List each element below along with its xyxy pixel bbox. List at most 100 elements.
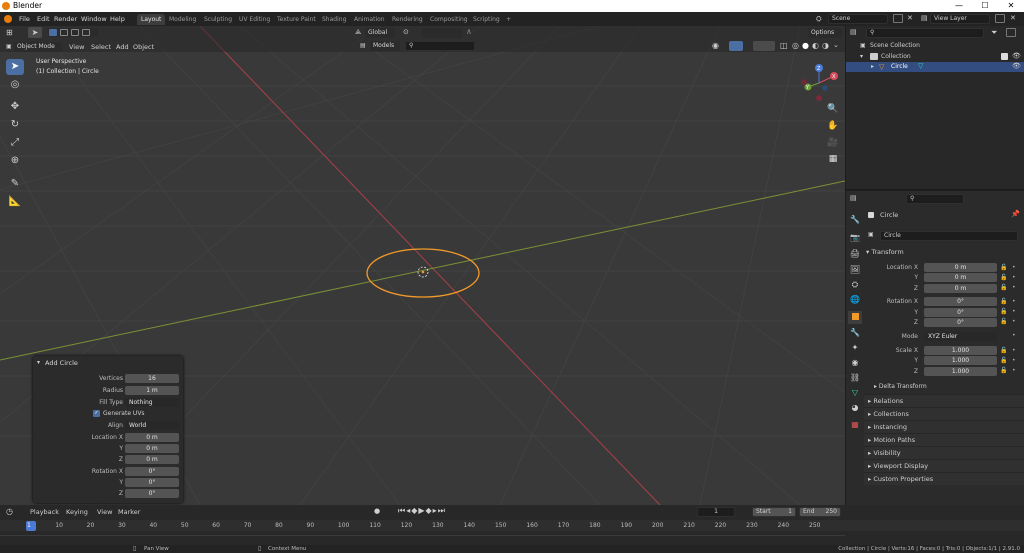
camera-icon[interactable]: 🎥 <box>827 137 839 149</box>
object-visibility-icon[interactable]: ◉ <box>712 41 719 50</box>
3d-viewport[interactable]: ⊞ ➤ ⟁ Global ⊙ ∧ ▤ Models ⚲ Options ◉ ◫ … <box>0 26 845 505</box>
radius-field[interactable]: 1 m <box>125 386 179 395</box>
view-layer-selector[interactable]: View Layer <box>930 14 990 24</box>
fill-type-dropdown[interactable]: Nothing <box>125 398 179 407</box>
collapse-icon[interactable]: ▾ <box>37 359 40 366</box>
orientation-dropdown[interactable]: Global <box>365 28 395 38</box>
select-subtract-icon[interactable] <box>71 29 79 36</box>
gizmo-toggle[interactable] <box>729 41 743 51</box>
grid-view-icon[interactable]: ▦ <box>827 153 839 165</box>
scale-z-field[interactable]: 1.000 <box>924 367 997 376</box>
location-z-field[interactable]: 0 m <box>125 455 179 464</box>
viewport-menu-object[interactable]: Object <box>133 42 154 52</box>
material-tab-icon[interactable]: ◕ <box>848 401 862 414</box>
rotation-x-field[interactable]: 0° <box>924 297 997 306</box>
lock-icon[interactable]: 🔓 🔓 🔓 <box>1000 297 1007 327</box>
location-x-field[interactable]: 0 m <box>125 433 179 442</box>
location-x-field[interactable]: 0 m <box>924 263 997 272</box>
rotation-x-field[interactable]: 0° <box>125 467 179 476</box>
transform-header[interactable]: ▾ Transform <box>866 248 904 256</box>
data-tab-icon[interactable]: ▽ <box>848 386 862 399</box>
select-box-tool[interactable]: ➤ <box>6 59 24 75</box>
zoom-icon[interactable]: 🔍 <box>827 103 839 115</box>
object-visibility-eye-icon[interactable]: 👁 <box>1012 62 1021 70</box>
object-tab-icon[interactable] <box>848 311 862 324</box>
motion-paths-section[interactable]: ▸ Motion Paths <box>864 433 1024 446</box>
rendered-shading-icon[interactable]: ◑ <box>822 41 829 50</box>
modifiers-tab-icon[interactable]: 🔧 <box>848 326 862 339</box>
minimize-button[interactable]: — <box>946 0 972 12</box>
timeline-menu-playback[interactable]: Playback <box>30 508 59 516</box>
close-button[interactable]: ✕ <box>998 0 1024 12</box>
keyframe-dot-icon[interactable]: • • • <box>1012 263 1016 293</box>
pivot-icon[interactable]: ⊙ <box>403 28 409 36</box>
generate-uvs-checkbox[interactable]: ✓ <box>93 410 100 417</box>
scene-collection-item[interactable]: Scene Collection <box>870 42 920 49</box>
rotation-y-field[interactable]: 0° <box>125 478 179 487</box>
timeline-editor[interactable]: ◷ Playback Keying View Marker ● ⏮◂◆▶◆▸⏭ … <box>0 505 1024 545</box>
rotation-y-field[interactable]: 0° <box>924 308 997 317</box>
delta-transform-section[interactable]: ▸ Delta Transform <box>874 383 927 390</box>
scene-tab-icon[interactable]: ⛭ <box>848 278 862 291</box>
new-scene-icon[interactable] <box>893 14 903 23</box>
collections-section[interactable]: ▸ Collections <box>864 407 1024 420</box>
select-mode-buttons[interactable] <box>48 28 98 37</box>
viewport-menu-add[interactable]: Add <box>116 42 129 52</box>
start-frame-field[interactable]: Start 1 <box>752 507 796 517</box>
outliner-object-label[interactable]: Circle <box>891 63 908 70</box>
particles-tab-icon[interactable]: ✦ <box>848 341 862 354</box>
options-dropdown[interactable]: Options <box>808 28 842 38</box>
blender-menu-icon[interactable] <box>4 15 12 23</box>
menu-window[interactable]: Window <box>81 12 107 26</box>
new-view-layer-icon[interactable] <box>995 14 1005 23</box>
properties-search-input[interactable]: ⚲ <box>906 194 964 204</box>
timeline-menu-view[interactable]: View <box>97 508 112 516</box>
viewport-menu-select[interactable]: Select <box>91 42 111 52</box>
properties-editor-icon[interactable]: ▤ <box>850 194 857 202</box>
rotation-z-field[interactable]: 0° <box>924 318 997 327</box>
physics-tab-icon[interactable]: ◉ <box>848 356 862 369</box>
view-layer-tab-icon[interactable]: 🖼 <box>848 263 862 276</box>
viewport-menu-view[interactable]: View <box>69 42 84 52</box>
proportional-edit-icon[interactable]: ∧ <box>466 27 472 36</box>
rotation-z-field[interactable]: 0° <box>125 489 179 498</box>
delete-scene-icon[interactable]: ✕ <box>907 14 913 22</box>
material-shading-icon[interactable]: ◐ <box>812 41 819 50</box>
timeline-menu-marker[interactable]: Marker <box>118 508 140 516</box>
keyframe-dot-icon[interactable]: • • • <box>1012 297 1016 327</box>
select-tool-icon[interactable]: ➤ <box>28 27 42 38</box>
menu-render[interactable]: Render <box>54 12 77 26</box>
tab-rendering[interactable]: Rendering <box>388 14 427 25</box>
rotate-tool-icon[interactable]: ↻ <box>6 117 24 133</box>
record-icon[interactable]: ● <box>374 507 380 515</box>
navigation-gizmo[interactable]: X Y Z <box>798 62 840 104</box>
tab-animation[interactable]: Animation <box>350 14 389 25</box>
shading-options-icon[interactable]: ⌄ <box>833 41 839 49</box>
maximize-button[interactable]: ☐ <box>972 0 998 12</box>
expand-object-icon[interactable]: ▸ <box>871 63 874 70</box>
object-mode-dropdown[interactable]: Object Mode <box>14 42 62 52</box>
snap-toggle[interactable] <box>422 28 462 38</box>
tab-texture-paint[interactable]: Texture Paint <box>273 14 320 25</box>
new-collection-icon[interactable] <box>1006 28 1016 37</box>
world-tab-icon[interactable]: 🌐 <box>848 293 862 306</box>
lock-icon[interactable]: 🔓 🔓 🔓 <box>1000 263 1007 293</box>
search-input[interactable]: ⚲ <box>405 41 475 51</box>
output-tab-icon[interactable]: 🖨 <box>848 247 862 260</box>
move-tool-icon[interactable]: ✥ <box>6 99 24 115</box>
tab-uv-editing[interactable]: UV Editing <box>235 14 274 25</box>
location-y-field[interactable]: 0 m <box>125 444 179 453</box>
measure-tool-icon[interactable]: 📐 <box>6 194 24 210</box>
tab-sculpting[interactable]: Sculpting <box>200 14 236 25</box>
render-tab-icon[interactable]: 📷 <box>848 231 862 244</box>
vertices-field[interactable]: 16 <box>125 374 179 383</box>
keyframe-dot-icon[interactable]: • <box>1012 332 1016 339</box>
constraints-tab-icon[interactable]: ⛓ <box>848 371 862 384</box>
align-dropdown[interactable]: World <box>125 421 179 430</box>
select-invert-icon[interactable] <box>82 29 90 36</box>
delete-view-layer-icon[interactable]: ✕ <box>1010 14 1016 22</box>
relations-section[interactable]: ▸ Relations <box>864 394 1024 407</box>
collection-item[interactable]: Collection <box>881 53 911 60</box>
tab-scripting[interactable]: Scripting <box>469 14 504 25</box>
cursor-tool-icon[interactable]: ◎ <box>6 77 24 93</box>
